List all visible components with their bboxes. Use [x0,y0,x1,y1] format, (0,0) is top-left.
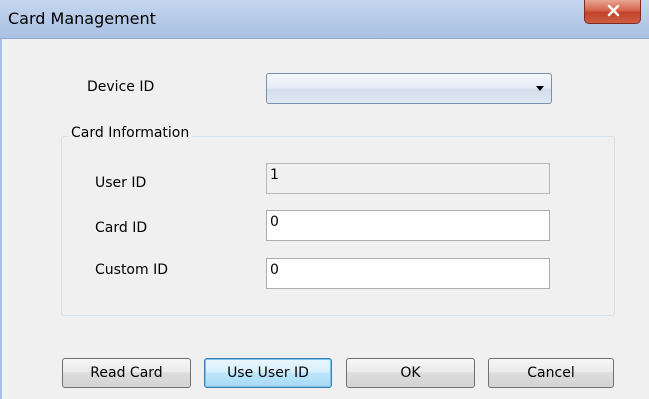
close-icon [607,5,620,17]
user-id-label: User ID [95,175,147,191]
chevron-down-icon [536,86,544,91]
card-id-label: Card ID [95,220,148,236]
close-button[interactable] [584,0,641,24]
read-card-button[interactable]: Read Card [62,358,191,388]
card-management-dialog: Card Management Device ID Card Informati… [0,0,649,399]
cancel-button[interactable]: Cancel [488,358,614,388]
use-user-id-button[interactable]: Use User ID [204,358,332,388]
card-id-field[interactable]: 0 [266,210,550,241]
ok-button[interactable]: OK [346,358,475,388]
custom-id-label: Custom ID [95,262,168,278]
device-id-dropdown[interactable] [266,73,552,104]
window-title: Card Management [8,9,156,28]
device-id-label: Device ID [87,79,155,95]
user-id-field: 1 [266,163,550,194]
card-information-group-title: Card Information [68,125,193,141]
custom-id-field[interactable]: 0 [266,258,550,289]
title-bar[interactable]: Card Management [0,0,649,39]
